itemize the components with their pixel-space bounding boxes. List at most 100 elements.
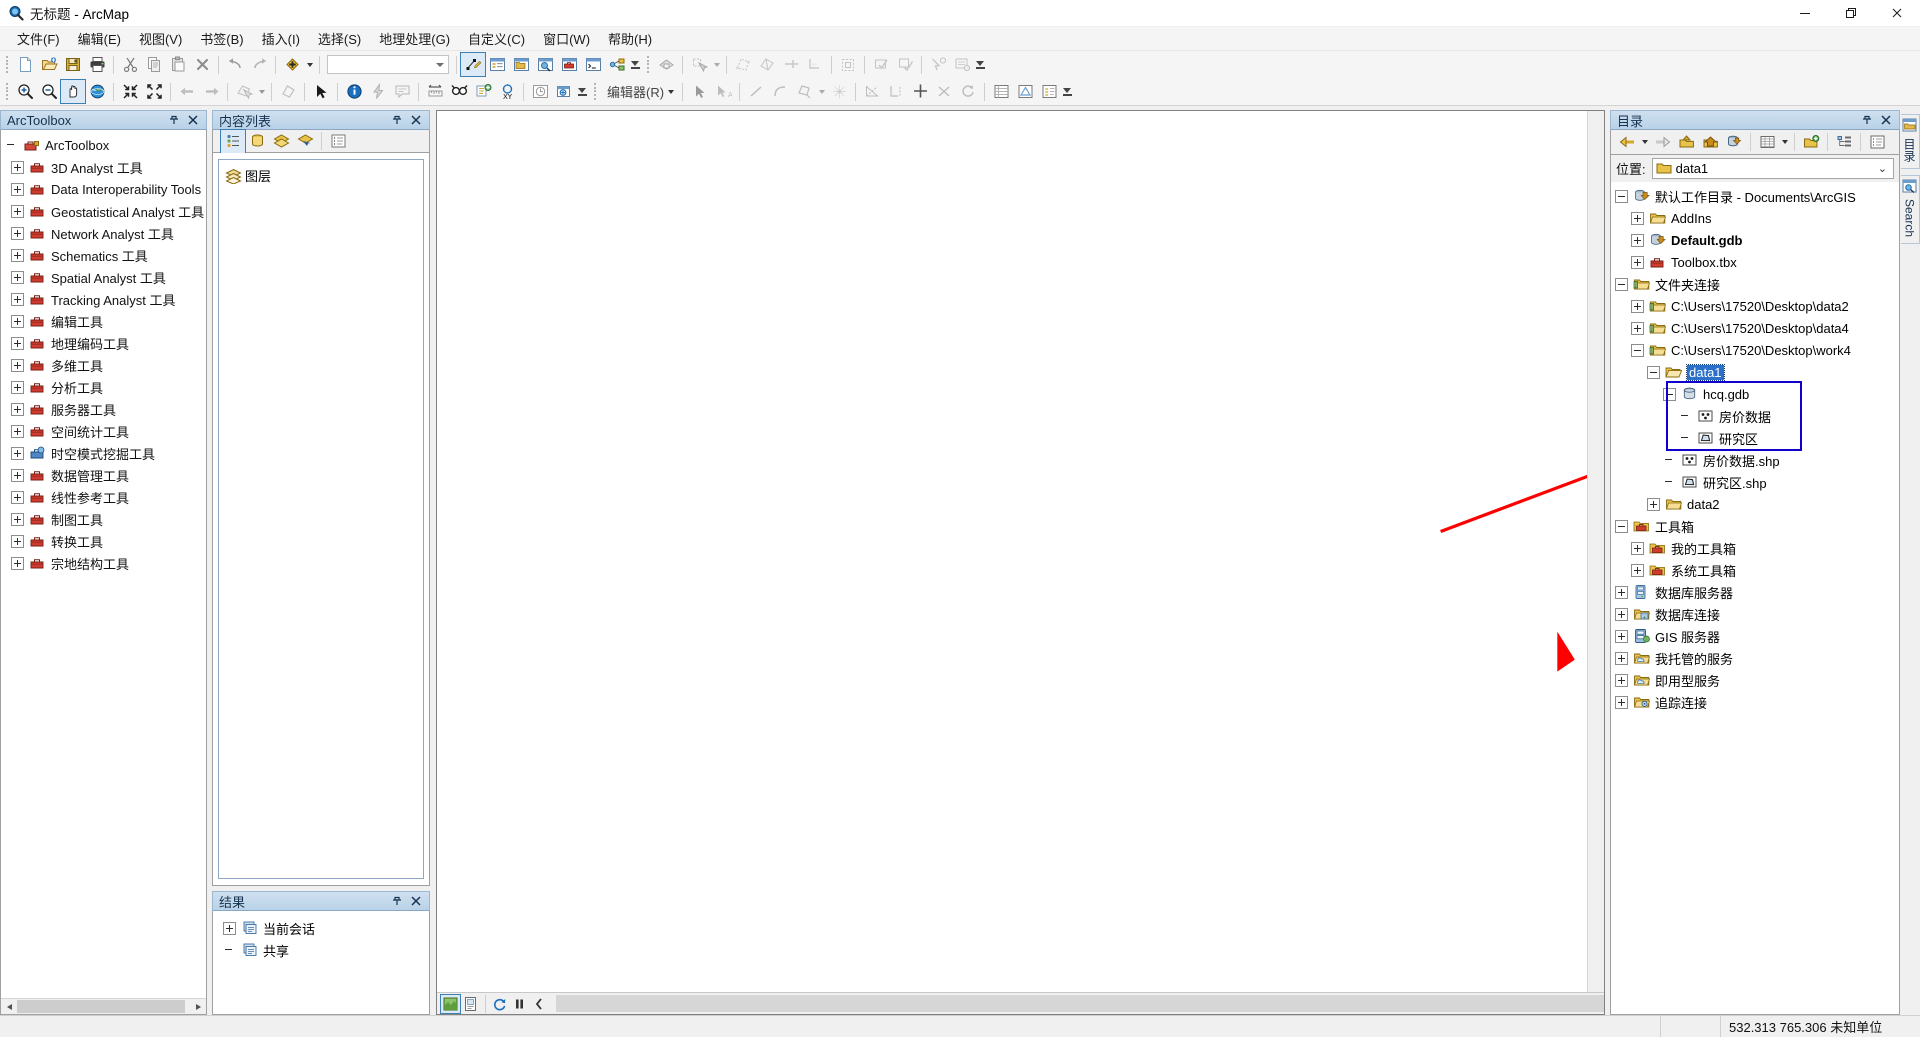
arctoolbox-item[interactable]: 宗地结构工具 [1, 552, 206, 574]
cut-button[interactable] [118, 53, 142, 76]
catalog-tree-item[interactable]: AddIns [1611, 207, 1899, 229]
list-by-drawing-order-button[interactable] [220, 128, 246, 154]
catalog-tree-item[interactable]: data1 [1611, 361, 1899, 383]
delete-button[interactable] [190, 53, 214, 76]
tree-expander-toggle[interactable] [1631, 233, 1644, 247]
catalog-tree-item[interactable]: 数据库服务器 [1611, 581, 1899, 603]
paste-button[interactable] [166, 53, 190, 76]
menu-view[interactable]: 视图(V) [130, 26, 191, 51]
zoom-out-button[interactable] [37, 80, 61, 103]
arctoolbox-hscrollbar[interactable] [1, 998, 206, 1014]
fixed-zoom-out-button[interactable] [142, 80, 166, 103]
toolbar-gripper[interactable] [591, 82, 598, 102]
construction-tools-dropdown[interactable] [816, 80, 827, 103]
merge-tool-button[interactable] [932, 80, 956, 103]
close-panel-icon[interactable] [1880, 114, 1892, 126]
catalog-tree[interactable]: 默认工作目录 - Documents\ArcGIS AddIns Default.g… [1610, 182, 1900, 1015]
select-elements-button[interactable] [309, 80, 333, 103]
measure-button[interactable] [423, 80, 447, 103]
tree-expander-toggle[interactable] [11, 182, 24, 196]
tree-expander-toggle[interactable] [1663, 387, 1676, 401]
topology-dropdown[interactable] [711, 53, 722, 76]
close-panel-icon[interactable] [410, 114, 422, 126]
catalog-tree-item[interactable]: GIS 服务器 [1611, 625, 1899, 647]
tree-expander-toggle[interactable] [11, 534, 24, 548]
arctoolbox-item[interactable]: 线性参考工具 [1, 486, 206, 508]
catalog-tree-item[interactable]: 即用型服务 [1611, 669, 1899, 691]
arctoolbox-item[interactable]: 时空模式挖掘工具 [1, 442, 206, 464]
tree-expander-toggle[interactable] [11, 292, 24, 306]
close-panel-icon[interactable] [410, 895, 422, 907]
tree-expander-toggle[interactable] [11, 336, 24, 350]
results-item[interactable]: 当前会话 [213, 917, 429, 939]
hscroll-track[interactable] [17, 999, 190, 1014]
tree-expander-toggle[interactable] [1615, 277, 1628, 291]
catalog-tree-item[interactable]: 追踪连接 [1611, 691, 1899, 713]
catalog-tree-item[interactable]: 文件夹连接 [1611, 273, 1899, 295]
table-of-contents-button[interactable] [485, 53, 509, 76]
menu-customize[interactable]: 自定义(C) [459, 26, 534, 51]
tree-expander-toggle[interactable] [11, 380, 24, 394]
go-forward-extent-button[interactable] [199, 80, 223, 103]
data-view-button[interactable] [440, 993, 461, 1014]
tree-expander-toggle[interactable] [1631, 321, 1644, 335]
topology-select-button[interactable] [687, 53, 711, 76]
arctoolbox-item[interactable]: 服务器工具 [1, 398, 206, 420]
toolbar-gripper[interactable] [3, 82, 10, 102]
topology-validate-button[interactable] [755, 53, 779, 76]
catalog-tree-item[interactable]: 默认工作目录 - Documents\ArcGIS [1611, 185, 1899, 207]
arctoolbox-item[interactable]: 分析工具 [1, 376, 206, 398]
tree-expander-toggle[interactable] [11, 270, 24, 284]
catalog-tree-item[interactable]: C:\Users\17520\Desktop\work4 [1611, 339, 1899, 361]
menu-window[interactable]: 窗口(W) [534, 26, 599, 51]
html-popup-button[interactable] [390, 80, 414, 103]
fixed-zoom-in-button[interactable] [118, 80, 142, 103]
new-map-button[interactable] [13, 53, 37, 76]
open-document-button[interactable] [37, 53, 61, 76]
map-scale-combo[interactable] [327, 55, 449, 74]
catalog-tree-item[interactable]: Toolbox.tbx [1611, 251, 1899, 273]
undo-button[interactable] [223, 53, 247, 76]
catalog-tree-item[interactable]: 研究区.shp [1611, 471, 1899, 493]
vtab-catalog[interactable]: 目录 [1900, 114, 1920, 169]
arctoolbox-item[interactable]: Tracking Analyst 工具 [1, 288, 206, 310]
construct-features-button[interactable] [731, 53, 755, 76]
edit-vertices-button[interactable] [827, 80, 851, 103]
vtab-search[interactable]: Search [1900, 175, 1920, 245]
topology-summary-button[interactable] [950, 53, 974, 76]
toc-tree[interactable]: 图层 [212, 153, 430, 886]
tree-expander-toggle[interactable] [1631, 563, 1644, 577]
catalog-tree-item[interactable]: 工具箱 [1611, 515, 1899, 537]
create-features-button[interactable] [1037, 80, 1061, 103]
arctoolbox-item[interactable]: Network Analyst 工具 [1, 222, 206, 244]
tree-expander-toggle[interactable] [11, 468, 24, 482]
chevron-down-icon[interactable]: ⌄ [1878, 162, 1887, 175]
map-view[interactable] [436, 110, 1605, 1015]
sketch-properties-button[interactable] [1013, 80, 1037, 103]
catalog-tree-item[interactable]: 房价数据.shp [1611, 449, 1899, 471]
tree-expander-toggle[interactable] [1631, 299, 1644, 313]
arctoolbox-root-node[interactable]: ArcToolbox [1, 134, 206, 156]
arctoolbox-item[interactable]: 地理编码工具 [1, 332, 206, 354]
modelbuilder-button[interactable] [605, 53, 629, 76]
catalog-tree-item[interactable]: 房价数据 [1611, 405, 1899, 427]
add-data-dropdown[interactable] [304, 53, 315, 76]
catalog-tree-item[interactable]: data2 [1611, 493, 1899, 515]
editor-toolbar-toggle-button[interactable] [460, 52, 486, 77]
full-extent-button[interactable] [85, 80, 109, 103]
arctoolbox-item[interactable]: 编辑工具 [1, 310, 206, 332]
go-to-xy-button[interactable]: XY [495, 80, 519, 103]
menu-file[interactable]: 文件(F) [8, 26, 69, 51]
tree-expander-toggle[interactable] [1615, 189, 1628, 203]
refresh-view-button[interactable] [490, 995, 509, 1013]
close-panel-icon[interactable] [187, 114, 199, 126]
find-route-button[interactable] [471, 80, 495, 103]
catalog-tree-item[interactable]: 我的工具箱 [1611, 537, 1899, 559]
catalog-window-button[interactable] [509, 53, 533, 76]
find-button[interactable] [447, 80, 471, 103]
toc-layers-node[interactable]: 图层 [225, 166, 423, 185]
catalog-tree-item[interactable]: C:\Users\17520\Desktop\data2 [1611, 295, 1899, 317]
hscroll-thumb[interactable] [17, 1000, 185, 1013]
arctoolbox-item[interactable]: 3D Analyst 工具 [1, 156, 206, 178]
catalog-tree-item[interactable]: 数据库连接 [1611, 603, 1899, 625]
